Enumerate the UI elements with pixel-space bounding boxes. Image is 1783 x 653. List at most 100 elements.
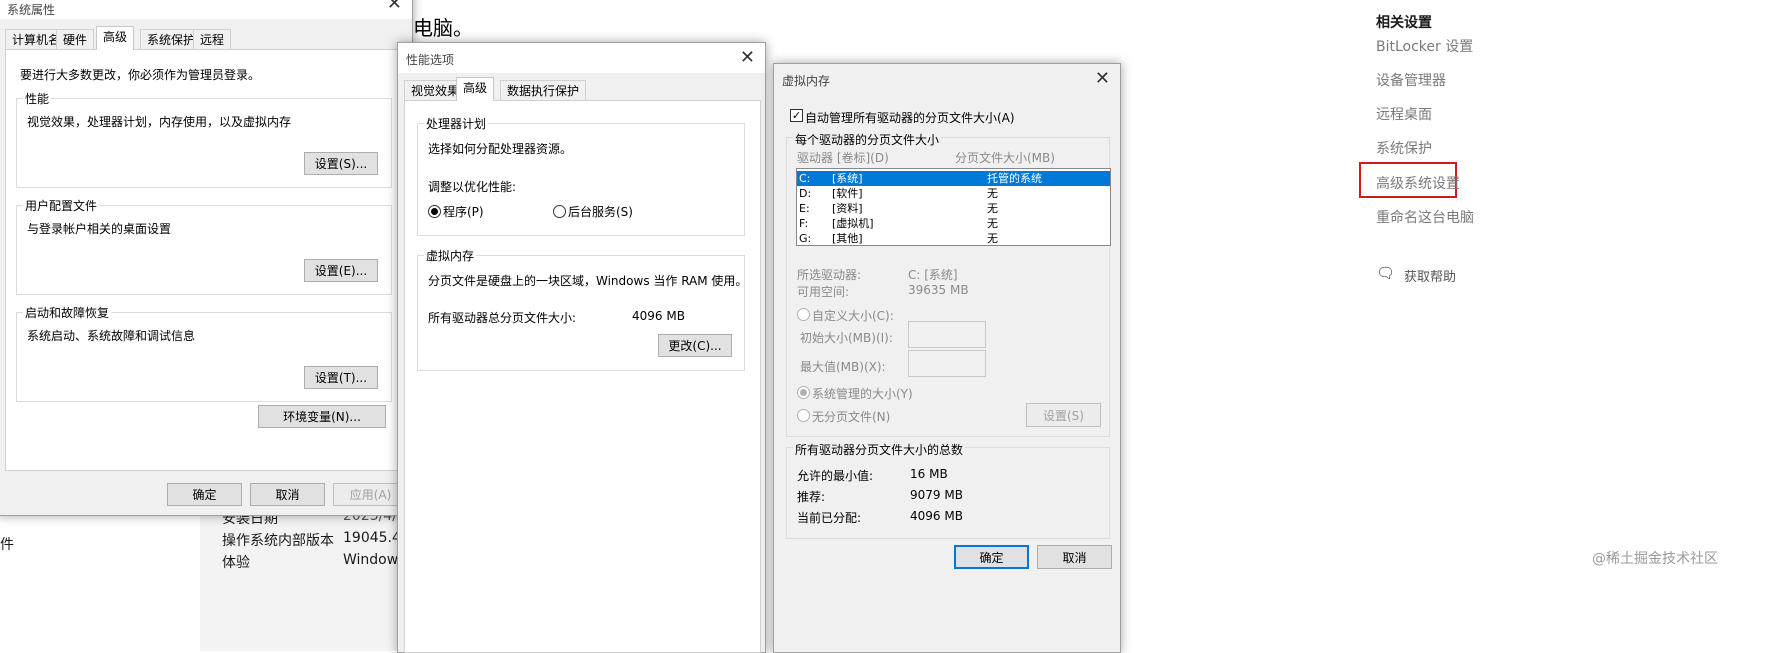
total-paging-label: 所有驱动器总分页文件大小: [428, 311, 577, 325]
drive-volume: [其他] [832, 232, 863, 245]
startup-recovery-settings-button[interactable]: 设置(T)... [304, 366, 378, 389]
per-drive-group: 每个驱动器的分页文件大小 驱动器 [卷标](D) 分页文件大小(MB) C: [… [786, 131, 1111, 437]
totals-group: 所有驱动器分页文件大小的总数 允许的最小值: 16 MB 推荐: 9079 MB… [786, 441, 1110, 539]
user-profiles-settings-button[interactable]: 设置(E)... [304, 259, 378, 282]
link-system-protection[interactable]: 系统保护 [1376, 138, 1432, 158]
max-size-label: 最大值(MB)(X): [800, 360, 886, 374]
ok-button[interactable]: 确定 [954, 545, 1029, 569]
user-profiles-label: 用户配置文件 [23, 197, 100, 214]
programs-radio[interactable] [428, 205, 441, 218]
free-space-value: 39635 MB [908, 283, 969, 297]
auto-manage-label[interactable]: 自动管理所有驱动器的分页文件大小(A) [805, 109, 1015, 126]
drive-letter: G: [799, 232, 812, 245]
drive-row[interactable]: C: [系统] 托管的系统 [797, 171, 1110, 186]
user-profiles-desc: 与登录帐户相关的桌面设置 [27, 222, 172, 236]
drive-letter: D: [799, 187, 812, 200]
set-button[interactable]: 设置(S) [1026, 403, 1101, 427]
cancel-button[interactable]: 取消 [250, 483, 325, 506]
close-icon[interactable]: ✕ [740, 47, 755, 68]
drive-volume: [虚拟机] [832, 217, 874, 230]
drive-letter: C: [799, 172, 811, 185]
allocated-label: 当前已分配: [797, 511, 862, 525]
ok-button[interactable]: 确定 [167, 483, 242, 506]
performance-group: 性能 视觉效果，处理器计划，内存使用，以及虚拟内存 设置(S)... [16, 90, 392, 188]
dialog-title: 系统属性 [7, 3, 56, 17]
dialog-titlebar: 系统属性 ✕ [0, 0, 412, 19]
system-properties-dialog: 系统属性 ✕ 计算机名 硬件 高级 系统保护 远程 要进行大多数更改，你必须作为… [0, 0, 413, 516]
recommended-value: 9079 MB [910, 488, 963, 502]
link-get-help[interactable]: 获取帮助 [1404, 266, 1456, 285]
startup-recovery-desc: 系统启动、系统故障和调试信息 [27, 329, 196, 343]
drive-column-header: 驱动器 [卷标](D) [797, 151, 889, 165]
max-size-input[interactable] [908, 350, 986, 377]
tab-hardware[interactable]: 硬件 [56, 29, 95, 50]
link-rename-pc[interactable]: 重命名这台电脑 [1376, 207, 1474, 227]
total-paging-value: 4096 MB [632, 309, 685, 323]
system-managed-label[interactable]: 系统管理的大小(Y) [812, 385, 913, 402]
free-space-label: 可用空间: [797, 285, 850, 299]
link-advanced-system-settings[interactable]: 高级系统设置 [1376, 173, 1460, 193]
no-paging-radio[interactable] [797, 409, 810, 422]
per-drive-label: 每个驱动器的分页文件大小 [793, 131, 942, 148]
user-profiles-group: 用户配置文件 与登录帐户相关的桌面设置 设置(E)... [16, 197, 392, 295]
background-services-radio[interactable] [553, 205, 566, 218]
tab-advanced[interactable]: 高级 [96, 26, 135, 50]
min-allowed-label: 允许的最小值: [797, 469, 874, 483]
spec-label-os-build: 操作系统内部版本 [222, 533, 334, 549]
change-button[interactable]: 更改(C)... [658, 334, 732, 357]
drive-list[interactable]: C: [系统] 托管的系统 D: [软件] 无 E: [资料] 无 F: [虚拟… [796, 168, 1111, 246]
processor-scheduling-label: 处理器计划 [424, 115, 489, 132]
drive-size: 无 [987, 217, 998, 230]
drive-row[interactable]: D: [软件] 无 [797, 186, 1110, 201]
drive-letter: E: [799, 202, 810, 215]
link-bitlocker[interactable]: BitLocker 设置 [1376, 36, 1473, 56]
performance-label: 性能 [23, 90, 52, 107]
custom-size-label[interactable]: 自定义大小(C): [812, 307, 894, 324]
cancel-button[interactable]: 取消 [1037, 545, 1112, 569]
environment-variables-button[interactable]: 环境变量(N)... [258, 405, 386, 428]
watermark: @稀土掘金技术社区 [1592, 551, 1718, 567]
related-settings-heading: 相关设置 [1376, 15, 1432, 31]
system-managed-radio[interactable] [797, 386, 810, 399]
dialog-titlebar: 虚拟内存 ✕ [774, 64, 1120, 94]
drive-size: 无 [987, 187, 998, 200]
drive-size: 无 [987, 202, 998, 215]
custom-size-radio[interactable] [797, 308, 810, 321]
initial-size-input[interactable] [908, 321, 986, 348]
link-device-manager[interactable]: 设备管理器 [1376, 70, 1446, 90]
dialog-titlebar: 性能选项 ✕ [398, 43, 765, 73]
min-allowed-value: 16 MB [910, 467, 948, 481]
drive-row[interactable]: E: [资料] 无 [797, 201, 1110, 216]
auto-manage-checkbox[interactable]: ✓ [790, 109, 803, 122]
startup-recovery-label: 启动和故障恢复 [23, 304, 112, 321]
no-paging-label[interactable]: 无分页文件(N) [812, 408, 890, 425]
advanced-tab-panel: 处理器计划 选择如何分配处理器资源。 调整以优化性能: 程序(P) 后台服务(S… [404, 100, 761, 653]
tab-advanced[interactable]: 高级 [456, 77, 495, 101]
drive-volume: [资料] [832, 202, 863, 215]
drive-row[interactable]: F: [虚拟机] 无 [797, 216, 1110, 231]
drive-size: 托管的系统 [987, 172, 1042, 185]
close-icon[interactable]: ✕ [1095, 68, 1110, 89]
virtual-memory-desc: 分页文件是硬盘上的一块区域，Windows 当作 RAM 使用。 [428, 274, 748, 288]
virtual-memory-label: 虚拟内存 [424, 247, 477, 264]
selected-drive-value: C: [系统] [908, 268, 958, 282]
totals-label: 所有驱动器分页文件大小的总数 [793, 441, 966, 458]
programs-label[interactable]: 程序(P) [443, 203, 484, 220]
advanced-tab-panel: 要进行大多数更改，你必须作为管理员登录。 性能 视觉效果，处理器计划，内存使用，… [5, 49, 404, 471]
close-icon[interactable]: ✕ [387, 0, 402, 14]
performance-settings-button[interactable]: 设置(S)... [304, 152, 378, 175]
page-title: 电脑。 [413, 16, 473, 40]
link-remote-desktop[interactable]: 远程桌面 [1376, 104, 1432, 124]
admin-note: 要进行大多数更改，你必须作为管理员登录。 [20, 68, 261, 82]
processor-scheduling-group: 处理器计划 选择如何分配处理器资源。 调整以优化性能: 程序(P) 后台服务(S… [417, 115, 745, 236]
performance-desc: 视觉效果，处理器计划，内存使用，以及虚拟内存 [27, 115, 292, 129]
tab-dep[interactable]: 数据执行保护 [500, 80, 587, 101]
background-services-label[interactable]: 后台服务(S) [568, 203, 633, 220]
drive-volume: [软件] [832, 187, 863, 200]
tab-remote[interactable]: 远程 [193, 29, 232, 50]
drive-size: 无 [987, 232, 998, 245]
drive-row[interactable]: G: [其他] 无 [797, 231, 1110, 245]
allocated-value: 4096 MB [910, 509, 963, 523]
recommended-label: 推荐: [797, 490, 826, 504]
spec-label-experience: 体验 [222, 555, 250, 571]
